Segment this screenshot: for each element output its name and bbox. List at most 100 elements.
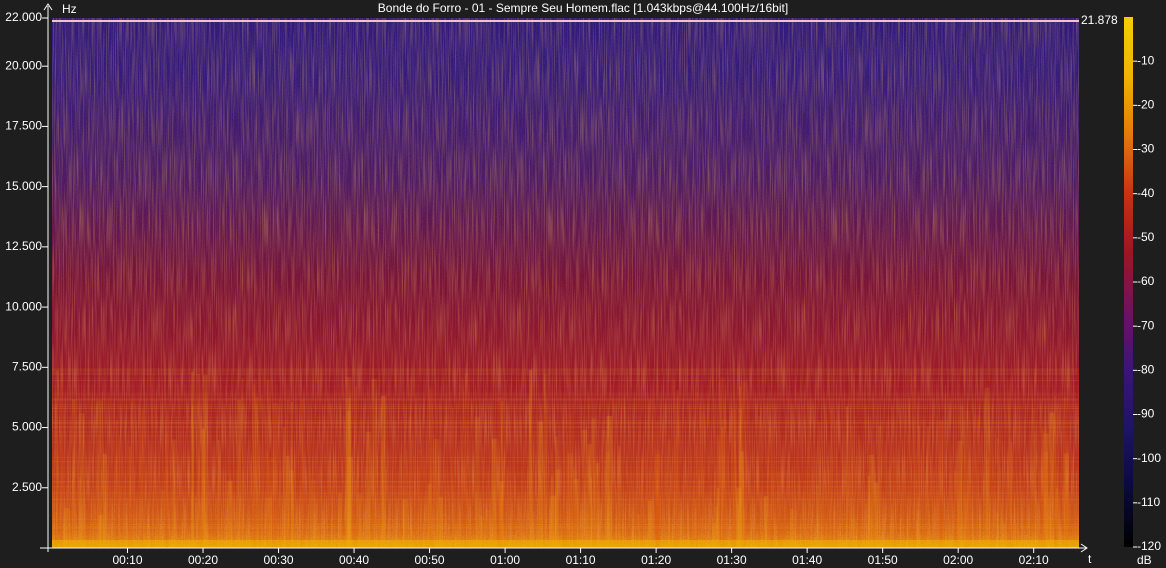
spectral-energy-streak xyxy=(641,458,644,548)
spectral-energy-streak xyxy=(720,376,726,548)
harmonic-band xyxy=(52,372,1079,374)
x-tick-label: 01:40 xyxy=(792,553,822,567)
spectral-energy-streak xyxy=(766,427,773,548)
colorbar-ticks: -10 -20 -30 -40 -50 -60 -70 -80 -90 -100 -110 -120 xyxy=(1133,53,1161,553)
harmonic-band xyxy=(52,441,1079,443)
spectral-energy-streak xyxy=(550,476,554,548)
spectral-energy-streak xyxy=(601,429,607,548)
spectral-energy-streak xyxy=(574,478,579,548)
spectral-energy-streak xyxy=(590,477,593,548)
colorbar-tick-label: -50 xyxy=(1137,230,1155,244)
spectral-energy-streak xyxy=(165,433,169,548)
harmonic-band xyxy=(52,414,1079,416)
harmonic-band xyxy=(52,370,1079,372)
y-tick-label: 10.000 xyxy=(5,299,42,313)
spectral-energy-streak xyxy=(665,426,668,548)
harmonic-band xyxy=(52,475,1079,477)
harmonic-band xyxy=(52,526,1079,528)
colorbar-tick-label: -40 xyxy=(1137,186,1155,200)
harmonic-band xyxy=(52,404,1079,406)
x-tick-label: 02:00 xyxy=(943,553,973,567)
harmonic-band xyxy=(52,486,1079,488)
x-axis-ticks: 00:10 00:20 00:30 00:40 00:50 01:00 01:10 01:20… xyxy=(112,548,1049,567)
spectral-energy-streak xyxy=(803,479,806,548)
harmonic-band xyxy=(52,422,1079,424)
spectral-energy-streak xyxy=(654,486,660,548)
colorbar-tick-label: -120 xyxy=(1137,539,1161,553)
harmonic-band xyxy=(52,533,1079,535)
spectral-energy-streak xyxy=(118,436,121,548)
spectral-energy-streak xyxy=(505,380,508,548)
colorbar-tick-label: -90 xyxy=(1137,407,1155,421)
y-axis-ticks: 2.500 5.000 7.500 10.000 12.500 15.000 17.500 2… xyxy=(5,10,48,494)
harmonic-band xyxy=(52,408,1079,410)
harmonic-band xyxy=(52,470,1079,472)
spectral-energy-streak xyxy=(1070,480,1076,548)
harmonic-band xyxy=(52,499,1079,501)
harmonic-band xyxy=(52,531,1079,533)
spectral-energy-streak xyxy=(1040,427,1047,548)
x-tick-label: 00:20 xyxy=(188,553,218,567)
colorbar-tick-label: -70 xyxy=(1137,318,1155,332)
y-tick-label: 2.500 xyxy=(12,480,42,494)
spectral-energy-streak xyxy=(581,429,588,548)
harmonic-band xyxy=(52,426,1079,428)
spectrogram-chart: 21.878 Hz t 2.500 5.000 7.500 10.000 12.500 1… xyxy=(5,2,1161,567)
harmonic-band xyxy=(52,461,1079,463)
harmonic-band xyxy=(52,524,1079,526)
harmonic-band xyxy=(52,420,1079,422)
spectral-energy-streak xyxy=(538,421,543,548)
colorbar-tick-label: -60 xyxy=(1137,274,1155,288)
x-axis-label: t xyxy=(1088,552,1092,566)
spectral-energy-streak xyxy=(967,458,973,548)
spectral-energy-streak xyxy=(818,422,821,548)
spectral-energy-streak xyxy=(338,493,342,548)
colorbar-tick-label: -10 xyxy=(1137,53,1155,67)
x-tick-label: 01:20 xyxy=(641,553,671,567)
spectral-energy-streak xyxy=(415,488,418,548)
spectral-energy-streak xyxy=(926,427,930,548)
spectral-energy-streak xyxy=(999,479,1002,548)
spectral-energy-streak xyxy=(1049,412,1055,548)
spectral-energy-streak xyxy=(779,492,781,548)
colorbar-tick-label: -100 xyxy=(1137,451,1161,465)
spectral-energy-streak xyxy=(162,489,164,548)
y-tick-label: 22.000 xyxy=(5,10,42,24)
x-tick-label: 01:50 xyxy=(868,553,898,567)
spectral-energy-streak xyxy=(309,421,311,548)
spectral-energy-streak xyxy=(260,396,264,548)
harmonic-band xyxy=(52,481,1079,483)
colorbar-tick-label: -20 xyxy=(1137,98,1155,112)
y-axis-label: Hz xyxy=(62,2,77,16)
spectral-energy-streak xyxy=(418,449,423,548)
spectral-energy-streak xyxy=(332,458,335,548)
harmonic-band xyxy=(52,527,1079,529)
spectral-energy-streak xyxy=(718,382,720,548)
x-tick-label: 00:40 xyxy=(339,553,369,567)
spectral-energy-streak xyxy=(674,436,677,548)
harmonic-band xyxy=(52,392,1079,394)
spectral-energy-streak xyxy=(528,369,533,548)
x-tick-label: 00:10 xyxy=(112,553,142,567)
x-tick-label: 01:30 xyxy=(717,553,747,567)
bass-energy-band xyxy=(52,540,1079,548)
spectral-energy-streak xyxy=(1063,397,1069,548)
y-tick-label: 20.000 xyxy=(5,58,42,72)
harmonic-band xyxy=(52,519,1079,521)
harmonic-band xyxy=(52,514,1079,516)
harmonic-band xyxy=(52,416,1079,418)
harmonic-band xyxy=(52,379,1079,381)
harmonic-band xyxy=(52,398,1079,400)
harmonic-band xyxy=(52,535,1079,537)
colorbar-tick-label: -30 xyxy=(1137,142,1155,156)
harmonic-band xyxy=(52,435,1079,437)
harmonic-band xyxy=(52,373,1079,375)
harmonic-band xyxy=(52,394,1079,396)
harmonic-band xyxy=(52,467,1079,469)
spectral-energy-streak xyxy=(409,376,412,548)
spectral-energy-streak xyxy=(356,493,363,548)
harmonic-band xyxy=(52,405,1079,407)
x-tick-label: 02:10 xyxy=(1019,553,1049,567)
colorbar-tick-label: -110 xyxy=(1137,495,1160,509)
x-tick-label: 01:00 xyxy=(490,553,520,567)
